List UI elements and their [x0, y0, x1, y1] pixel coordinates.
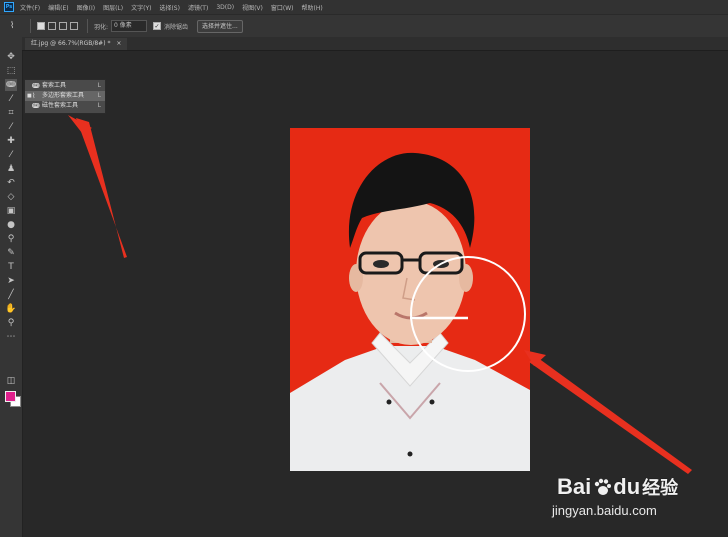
watermark-service: 经验 [642, 478, 679, 499]
paw-icon [595, 478, 612, 495]
red-arrow-up-left [76, 118, 127, 258]
foreground-color-swatch[interactable] [5, 391, 16, 402]
watermark-url: jingyan.baidu.com [552, 503, 657, 518]
red-arrow-down-right [529, 355, 692, 474]
annotation-overlay [68, 115, 692, 474]
baidu-jingyan-logo: Bai du 经验 [557, 474, 678, 500]
watermark-brand: Bai [557, 474, 592, 499]
watermark-brand-suffix: du [613, 474, 641, 499]
brush-cursor-ring [410, 256, 526, 372]
